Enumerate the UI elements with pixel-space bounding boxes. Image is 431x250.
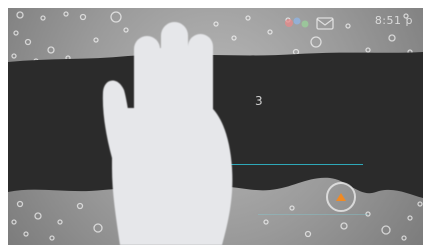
hand-icon — [102, 22, 233, 245]
screen-frame: 8:51 p 3 — [8, 8, 423, 245]
